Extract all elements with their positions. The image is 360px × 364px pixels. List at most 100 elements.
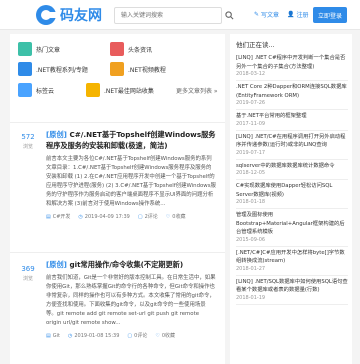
view-count-number: 369 — [21, 265, 35, 273]
article-comments[interactable]: ▢ 0评论 — [127, 332, 148, 340]
article-body: [原创] C#/.NET基于Topshelf创建Windows服务程序及服务的安… — [46, 129, 216, 220]
site-logo[interactable]: 码友网 — [36, 4, 102, 26]
headline-news-icon — [110, 42, 124, 56]
article-tag: [原创] — [46, 130, 67, 139]
list-item-date: 2019-07-26 — [236, 100, 266, 106]
article-date: ◷ 2019-01-08 15:39 — [68, 333, 119, 339]
main-content: 热门文章 头条资讯 .NET教程系列/专题 .NET视频教程 标签云 .NET最… — [10, 34, 225, 364]
article-title[interactable]: [原创] C#/.NET基于Topshelf创建Windows服务程序及服务的安… — [46, 129, 216, 151]
view-count-number: 572 — [21, 133, 35, 141]
category-tag-cloud[interactable]: 标签云 — [18, 83, 54, 97]
list-item-date: 2015-09-06 — [236, 236, 266, 243]
article-category-label: C#开发 — [52, 214, 71, 220]
article-likes[interactable]: ♡ 0收藏 — [165, 213, 186, 221]
user-icon: 👤 — [287, 11, 295, 18]
heart-icon: ♡ — [155, 332, 160, 339]
clock-icon: ◷ — [67, 332, 73, 339]
category-net-tutorials[interactable]: .NET教程系列/专题 — [18, 62, 88, 76]
sidebar-list: [LINQ] .NET C#程序中开发判断一个集合是否另外一个集合的子集合(方法… — [236, 52, 348, 305]
list-item[interactable]: C#实现数据库使用Dapper轻松访问SQL Server数据库(视频) 2018… — [236, 180, 348, 209]
write-article-label: 写文章 — [261, 12, 280, 19]
article-date-label: 2019-01-08 15:39 — [74, 332, 120, 339]
list-item[interactable]: sqlserver中的数据库数据库统计数据命令 2018-12-05 — [236, 160, 348, 180]
article-tag: [原创] — [46, 260, 67, 269]
list-item-title: [.NET/C#]C#应用开发中怎样将byte[]字节数组转换成流(stream… — [236, 249, 345, 265]
article-title-text: git常用操作/命令收集(不定期更新) — [69, 260, 184, 269]
article-title[interactable]: [原创] git常用操作/命令收集(不定期更新) — [46, 259, 216, 270]
list-item-date: 2018-01-18 — [236, 199, 266, 205]
search-input[interactable] — [114, 7, 222, 24]
brand-name: 码友网 — [60, 8, 102, 24]
register-label: 注册 — [296, 12, 309, 19]
article-excerpt: 前言我们知道，Git是一个非常好的版本控制工具。在日常生活中，如果你使用Git，… — [46, 275, 216, 326]
net-tutorials-icon — [18, 62, 32, 76]
article-item: 369 浏览 [原创] git常用操作/命令收集(不定期更新) 前言我们知道，G… — [10, 252, 225, 364]
register-link[interactable]: 👤 注册 — [287, 10, 309, 19]
comment-icon: ▢ — [137, 213, 143, 220]
list-item[interactable]: [LINQ] .NET C#程序中开发判断一个集合是否另外一个集合的子集合(方法… — [236, 52, 348, 81]
category-headline-news[interactable]: 头条资讯 — [110, 42, 152, 56]
list-item[interactable]: 基于.NET平台常用的框架整理 2017-11-09 — [236, 110, 348, 131]
list-item[interactable]: [LINQ] .NET/C#在用程序调用打开另外启动程序并传递参数(运行时)或非… — [236, 131, 348, 160]
list-item-title: .NET Core 2种Dapper和ORM连接SQL数据库(EntityFra… — [236, 84, 347, 99]
hot-articles-icon — [18, 42, 32, 56]
more-articles-link[interactable]: 更多文章列表 » — [176, 86, 218, 95]
tag-cloud-icon — [18, 83, 32, 97]
category-label: .NET最佳网站收集 — [104, 87, 154, 95]
login-label: 立即登录 — [317, 12, 342, 20]
article-comments-label: 0评论 — [134, 333, 148, 339]
list-item-date: 2018-03-12 — [236, 71, 266, 77]
login-button[interactable]: 立即登录 — [313, 7, 347, 23]
article-title-text: C#/.NET基于Topshelf创建Windows服务程序及服务的安装和卸载(… — [46, 130, 216, 150]
article-category[interactable]: ▤ Git — [46, 333, 60, 339]
category-label: 标签云 — [36, 87, 55, 95]
heart-icon: ♡ — [165, 213, 171, 220]
article-category-label: Git — [52, 332, 60, 339]
search-icon[interactable] — [222, 8, 236, 23]
write-article-link[interactable]: ✎ 写文章 — [254, 10, 279, 19]
category-label: 头条资讯 — [128, 46, 153, 54]
article-comments[interactable]: ▢ 2评论 — [137, 213, 158, 221]
article-likes-label: 0收藏 — [172, 214, 186, 220]
list-item-date: 2017-11-09 — [236, 120, 266, 127]
view-count-label: 浏览 — [22, 144, 33, 150]
article-body: [原创] git常用操作/命令收集(不定期更新) 前言我们知道，Git是一个非常… — [46, 259, 216, 339]
category-label: 热门文章 — [36, 46, 61, 54]
article-comments-label: 2评论 — [144, 214, 158, 220]
category-label: .NET教程系列/专题 — [36, 66, 88, 74]
category-hot-articles[interactable]: 热门文章 — [18, 42, 60, 56]
list-item[interactable]: [.NET/C#]C#应用开发中怎样将byte[]字节数组转换成流(stream… — [236, 247, 348, 276]
list-item-title: [LINQ] .NET/C#在用程序调用打开另外启动程序并传递参数(运行时)或非… — [236, 133, 346, 149]
net-videos-icon — [110, 62, 124, 76]
article-date: ◷ 2019-04-09 17:39 — [78, 214, 129, 220]
view-count: 572 浏览 — [18, 133, 38, 150]
list-item-title: [LINQ] .NET/SQL数据库中如何使用SQL语句查看某个数据库或者表的数… — [236, 278, 348, 294]
list-item-title: 基于.NET平台常用的框架整理 — [236, 113, 307, 119]
folder-icon: ▤ — [46, 213, 51, 220]
view-count: 369 浏览 — [18, 265, 38, 282]
list-item-date: 2018-01-19 — [236, 294, 266, 301]
article-likes-label: 0收藏 — [161, 333, 175, 339]
folder-icon: ▤ — [46, 332, 51, 339]
list-item-date: 2018-12-05 — [236, 170, 266, 176]
article-category[interactable]: ▤ C#开发 — [46, 213, 71, 221]
list-item-date: 2018-01-27 — [236, 265, 266, 272]
article-likes[interactable]: ♡ 0收藏 — [155, 332, 175, 340]
sidebar-title: 他们正在读... — [236, 41, 275, 49]
comment-icon: ▢ — [127, 332, 133, 339]
category-best-sites[interactable]: .NET最佳网站收集 — [86, 83, 154, 97]
list-item-title: C#实现数据库使用Dapper轻松访问SQL Server数据库(视频) — [236, 183, 333, 198]
list-item-title: [LINQ] .NET C#程序中开发判断一个集合是否另外一个集合的子集合(方法… — [236, 55, 346, 70]
article-date-label: 2019-04-09 17:39 — [84, 213, 130, 220]
category-net-videos[interactable]: .NET视频教程 — [110, 62, 166, 76]
list-item-title: sqlserver中的数据库数据库统计数据命令 — [236, 162, 335, 169]
article-meta: ▤ Git ◷ 2019-01-08 15:39 ▢ 0评论 ♡ 0收藏 — [46, 332, 216, 340]
sidebar-reading-now: 他们正在读... [LINQ] .NET C#程序中开发判断一个集合是否另外一个… — [230, 34, 352, 364]
list-item[interactable]: .NET Core 2种Dapper和ORM连接SQL数据库(EntityFra… — [236, 81, 348, 110]
pencil-icon: ✎ — [254, 11, 260, 18]
list-item[interactable]: [LINQ] .NET/SQL数据库中如何使用SQL语句查看某个数据库或者表的数… — [236, 276, 348, 305]
article-meta: ▤ C#开发 ◷ 2019-04-09 17:39 ▢ 2评论 ♡ 0收藏 — [46, 213, 216, 221]
view-count-label: 浏览 — [22, 276, 33, 282]
article-excerpt: 前言本文主要为各位C#/.NET基于Topshelf创建Windows服务的系列… — [46, 156, 216, 207]
list-item[interactable]: 管理及图标使用Bootstrap+Material+Angular框架构建的后台… — [236, 209, 348, 247]
